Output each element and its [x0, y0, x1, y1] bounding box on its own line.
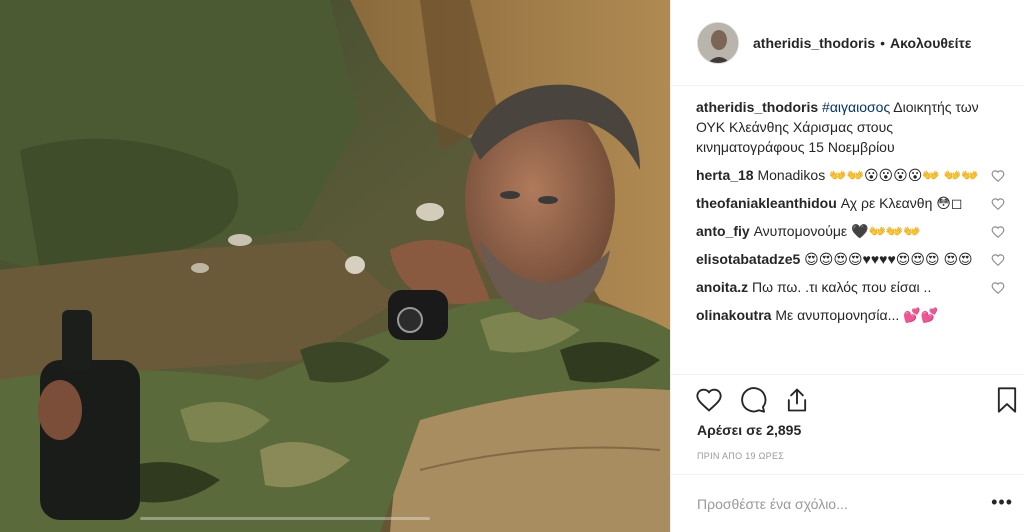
caption-username[interactable]: atheridis_thodoris	[696, 99, 818, 115]
comments-list[interactable]: atheridis_thodoris #αιγαιοσος Διοικητής …	[671, 97, 1024, 373]
likes-count[interactable]: Αρέσει σε 2,895	[697, 422, 801, 438]
post-photo-art	[0, 0, 670, 532]
comment-username[interactable]: theofaniakleanthidou	[696, 195, 837, 211]
comment-text: Monadikos 👐👐😮😮😮😮👐 👐👐	[757, 167, 979, 183]
post-photo[interactable]	[0, 0, 670, 532]
avatar[interactable]	[697, 21, 739, 64]
comment-item: theofaniakleanthidou Αχ ρε Κλεανθη 😳◻	[696, 194, 1005, 212]
share-icon[interactable]	[783, 386, 811, 414]
comment-username[interactable]: olinakoutra	[696, 307, 771, 323]
comment-item: anto_fiy Ανυπομονούμε 🖤👐👐👐	[696, 222, 1005, 240]
comment-text: Αχ ρε Κλεανθη 😳◻	[840, 195, 963, 211]
comment-item: herta_18 Monadikos 👐👐😮😮😮😮👐 👐👐	[696, 166, 1005, 184]
comment-text: Ανυπομονούμε 🖤👐👐👐	[753, 223, 921, 239]
comment-text: 😍😍😍😍♥♥♥♥😍😍😍 😍😍	[804, 251, 973, 267]
header-separator: •	[880, 34, 886, 51]
comment-item: anoita.z Πω πω. .τι καλός που είσαι ..	[696, 278, 1005, 296]
header-username[interactable]: atheridis_thodoris	[753, 35, 875, 51]
comment-like-heart-icon[interactable]	[991, 253, 1005, 267]
bookmark-icon[interactable]	[993, 386, 1021, 414]
post-side-panel: atheridis_thodoris • Ακολουθείτε atherid…	[670, 0, 1024, 532]
header-text: atheridis_thodoris • Ακολουθείτε	[753, 35, 971, 51]
comment-username[interactable]: anoita.z	[696, 279, 748, 295]
avatar-photo	[698, 22, 738, 63]
comment-like-heart-icon[interactable]	[991, 281, 1005, 295]
comment-username[interactable]: elisotabatadze5	[696, 251, 800, 267]
comment-bubble-icon[interactable]	[739, 386, 767, 414]
heart-icon[interactable]	[695, 386, 723, 414]
comment-item: elisotabatadze5 😍😍😍😍♥♥♥♥😍😍😍 😍😍	[696, 250, 1005, 268]
post-timestamp[interactable]: ΠΡΙΝ ΑΠΟ 19 ΩΡΕΣ	[697, 451, 784, 461]
add-comment-bar: •••	[671, 474, 1024, 532]
comment-item: olinakoutra Με ανυπομονησία... 💕💕	[696, 306, 1003, 324]
post-caption: atheridis_thodoris #αιγαιοσος Διοικητής …	[696, 97, 1003, 157]
comment-like-heart-icon[interactable]	[991, 225, 1005, 239]
comment-input[interactable]	[697, 493, 977, 515]
comment-like-heart-icon[interactable]	[991, 169, 1005, 183]
caption-hashtag[interactable]: #αιγαιοσος	[822, 99, 890, 115]
following-button[interactable]: Ακολουθείτε	[890, 35, 971, 51]
comment-username[interactable]: anto_fiy	[696, 223, 750, 239]
comment-like-heart-icon[interactable]	[991, 197, 1005, 211]
comment-text: Με ανυπομονησία... 💕💕	[775, 307, 939, 323]
comment-text: Πω πω. .τι καλός που είσαι ..	[752, 279, 932, 295]
more-options-button[interactable]: •••	[991, 493, 1013, 511]
post-actions-bar	[671, 374, 1024, 426]
comment-username[interactable]: herta_18	[696, 167, 754, 183]
post-header: atheridis_thodoris • Ακολουθείτε	[671, 0, 1024, 86]
video-progress-bar[interactable]	[140, 517, 430, 520]
